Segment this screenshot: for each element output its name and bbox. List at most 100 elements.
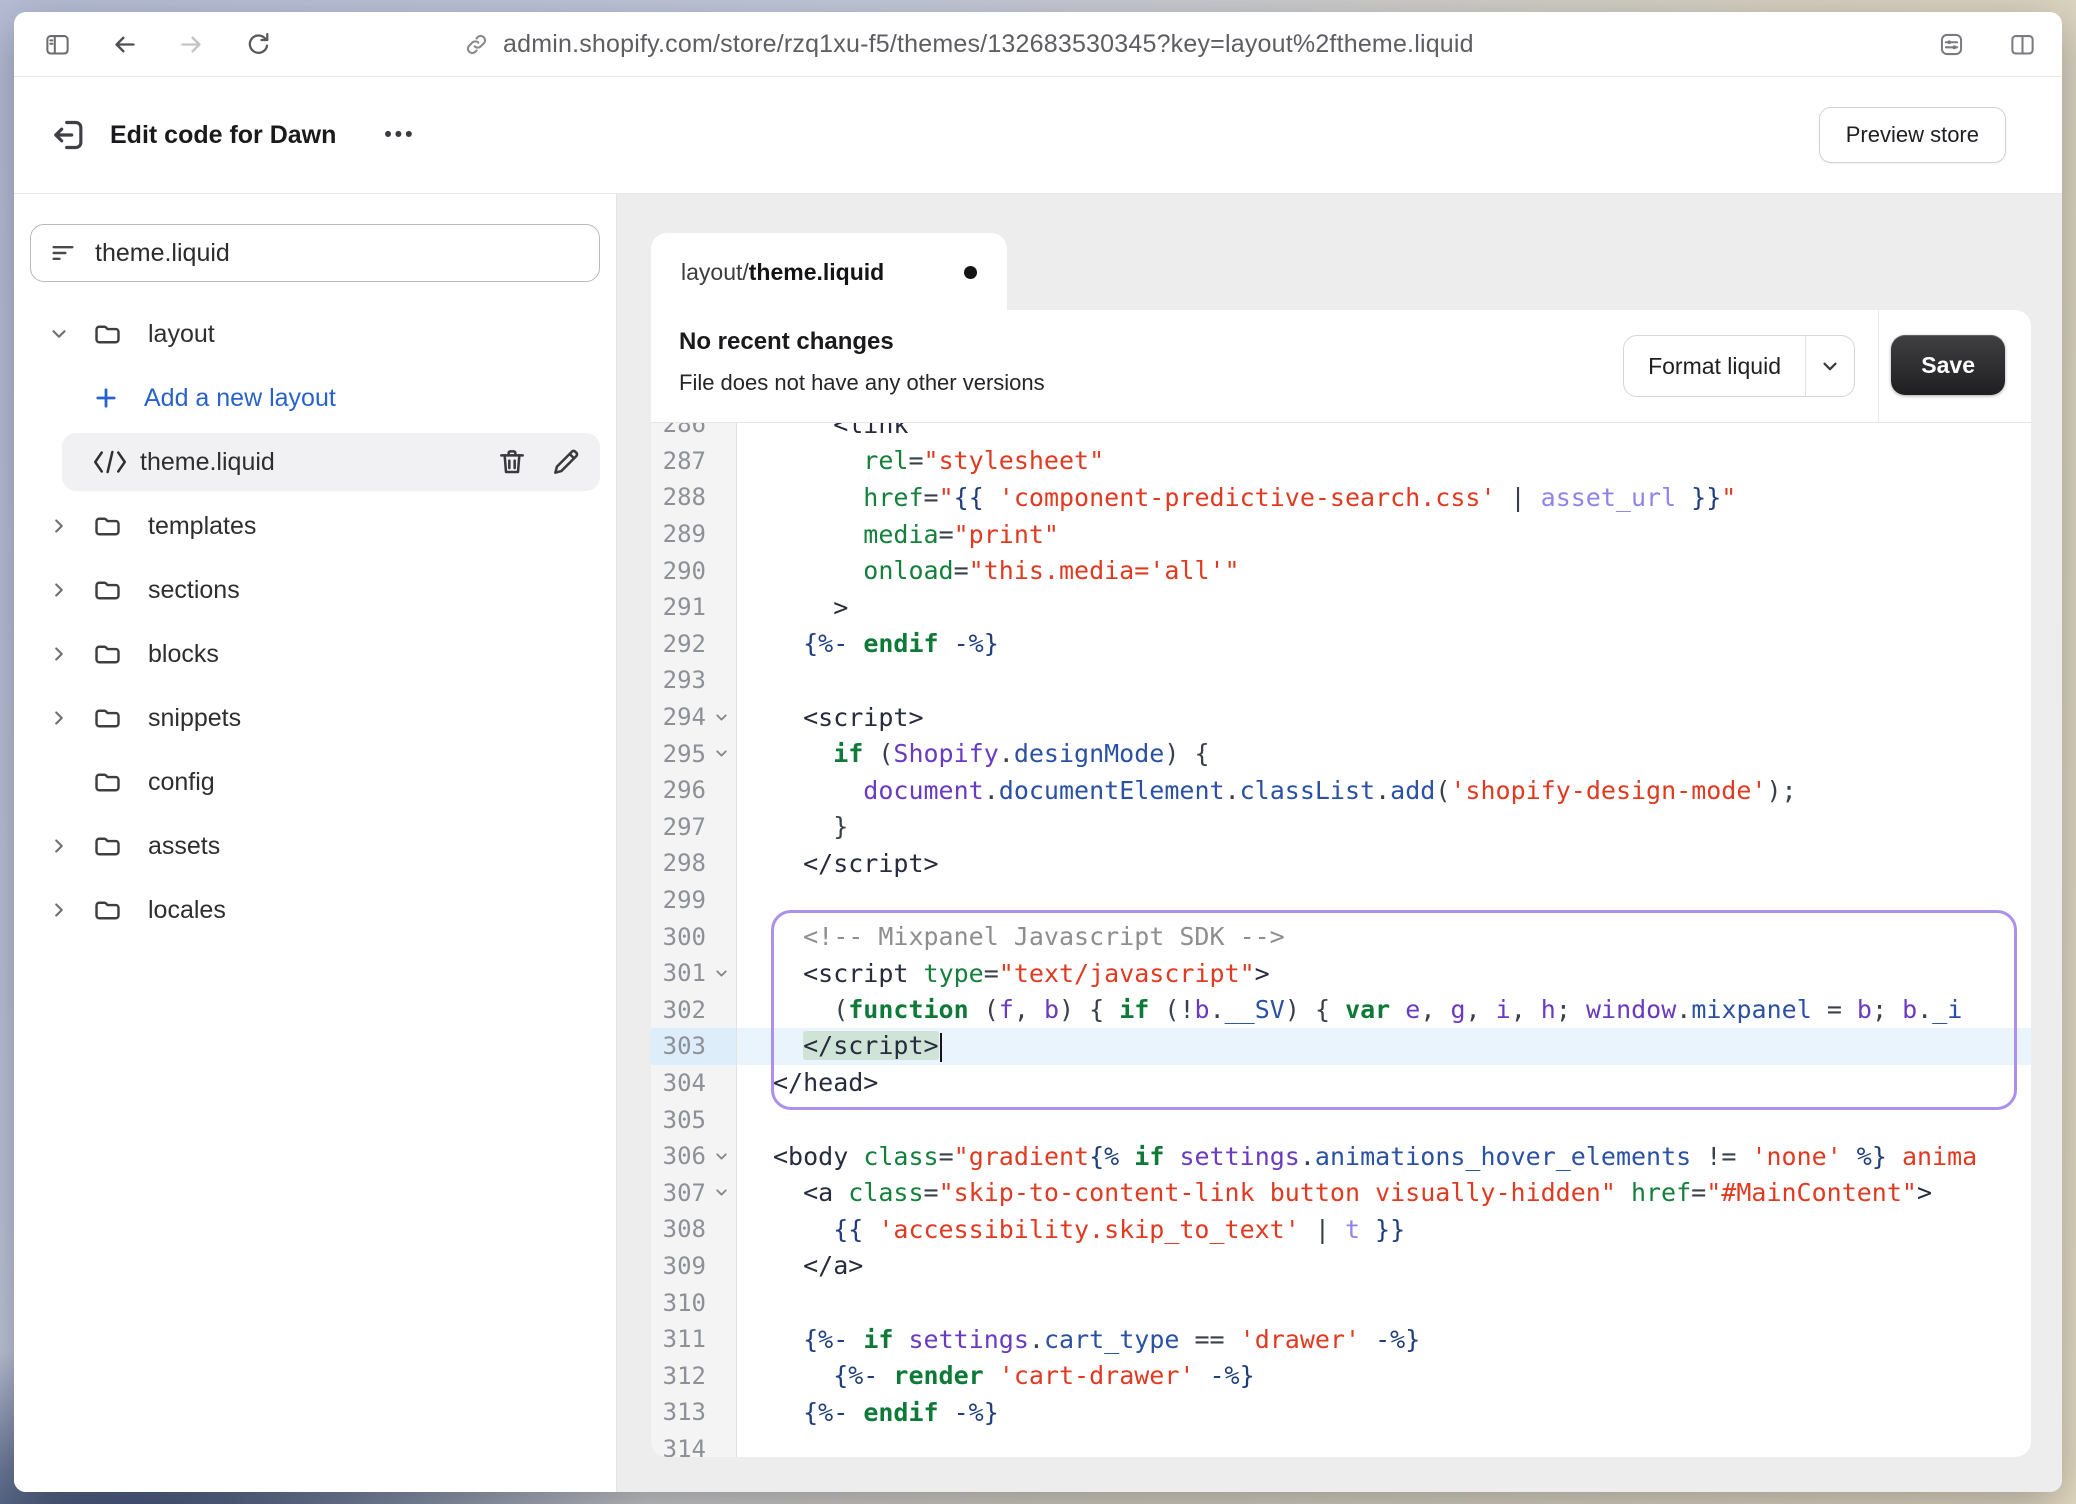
code-line-304[interactable]: 304</head> xyxy=(651,1065,2031,1102)
code-line-311[interactable]: 311{%- if settings.cart_type == 'drawer'… xyxy=(651,1321,2031,1358)
chevron-right-icon[interactable] xyxy=(48,835,92,857)
chevron-right-icon[interactable] xyxy=(48,899,92,921)
sidebar-item-label: config xyxy=(148,768,215,797)
chevron-down-icon[interactable] xyxy=(48,323,92,345)
back-icon[interactable] xyxy=(111,31,138,58)
folder-icon xyxy=(92,639,136,670)
fold-chevron-icon[interactable] xyxy=(706,709,736,726)
chevron-right-icon[interactable] xyxy=(48,579,92,601)
code-line-289[interactable]: 289 media="print" xyxy=(651,516,2031,553)
code-line-306[interactable]: 306<body class="gradient{% if settings.a… xyxy=(651,1138,2031,1175)
sidebar-item-label: theme.liquid xyxy=(140,448,275,477)
line-number: 304 xyxy=(651,1069,706,1097)
file-search[interactable] xyxy=(30,224,600,282)
sidebar-item-theme-liquid[interactable]: theme.liquid xyxy=(62,433,600,491)
code-text: {%- endif -%} xyxy=(737,629,999,658)
code-line-288[interactable]: 288href="{{ 'component-predictive-search… xyxy=(651,479,2031,516)
line-number: 292 xyxy=(651,630,706,658)
code-line-308[interactable]: 308 {{ 'accessibility.skip_to_text' | t }… xyxy=(651,1211,2031,1248)
code-text: {%- render 'cart-drawer' -%} xyxy=(737,1361,1255,1390)
folder-icon xyxy=(92,703,136,734)
code-line-301[interactable]: 301<script type="text/javascript"> xyxy=(651,955,2031,992)
app-header: Edit code for Dawn ••• Preview store xyxy=(14,77,2062,194)
sidebar-item-config[interactable]: config xyxy=(14,750,616,814)
line-number: 308 xyxy=(651,1215,706,1243)
gutter: 314 xyxy=(651,1431,737,1457)
sidebar-item-locales[interactable]: locales xyxy=(14,878,616,942)
code-text: href="{{ 'component-predictive-search.cs… xyxy=(737,483,1736,512)
fold-chevron-icon[interactable] xyxy=(706,1184,736,1201)
line-number: 289 xyxy=(651,520,706,548)
code-line-292[interactable]: 292 {%- endif -%} xyxy=(651,626,2031,663)
sidebar-panel-icon[interactable] xyxy=(44,31,71,58)
code-line-286[interactable]: 286<link xyxy=(651,423,2031,443)
gutter: 306 xyxy=(651,1138,737,1175)
code-line-296[interactable]: 296document.documentElement.classList.ad… xyxy=(651,772,2031,809)
chevron-right-icon[interactable] xyxy=(48,515,92,537)
fold-chevron-icon[interactable] xyxy=(706,965,736,982)
page-settings-icon[interactable] xyxy=(1938,31,1965,58)
gutter: 302 xyxy=(651,992,737,1029)
format-liquid-button[interactable]: Format liquid xyxy=(1623,335,1855,397)
chevron-right-icon[interactable] xyxy=(48,643,92,665)
search-input[interactable] xyxy=(93,238,581,269)
sidebar-item-add-a-new-layout[interactable]: Add a new layout xyxy=(14,366,616,430)
code-line-314[interactable]: 314 xyxy=(651,1431,2031,1457)
tab-theme-liquid[interactable]: layout/theme.liquid xyxy=(651,233,1007,311)
sidebar-item-sections[interactable]: sections xyxy=(14,558,616,622)
code-line-295[interactable]: 295if (Shopify.designMode) { xyxy=(651,735,2031,772)
code-line-302[interactable]: 302(function (f, b) { if (!b.__SV) { var… xyxy=(651,992,2031,1029)
code-line-291[interactable]: 291 > xyxy=(651,589,2031,626)
code-line-287[interactable]: 287rel="stylesheet" xyxy=(651,443,2031,480)
forward-icon[interactable] xyxy=(178,31,205,58)
more-actions-button[interactable]: ••• xyxy=(384,123,415,147)
line-number: 287 xyxy=(651,447,706,475)
sidebar-item-label: sections xyxy=(148,576,240,605)
code-line-312[interactable]: 312 {%- render 'cart-drawer' -%} xyxy=(651,1357,2031,1394)
code-line-313[interactable]: 313{%- endif -%} xyxy=(651,1394,2031,1431)
line-number: 310 xyxy=(651,1289,706,1317)
reload-icon[interactable] xyxy=(245,31,272,58)
code-text: {{ 'accessibility.skip_to_text' | t }} xyxy=(737,1215,1405,1244)
fold-chevron-icon[interactable] xyxy=(706,1148,736,1165)
line-number: 303 xyxy=(651,1032,706,1060)
code-line-309[interactable]: 309</a> xyxy=(651,1248,2031,1285)
chevron-right-icon[interactable] xyxy=(48,707,92,729)
folder-icon xyxy=(92,767,136,798)
code-line-307[interactable]: 307<a class="skip-to-content-link button… xyxy=(651,1174,2031,1211)
code-line-305[interactable]: 305 xyxy=(651,1101,2031,1138)
code-editor[interactable]: 286<link287rel="stylesheet"288href="{{ '… xyxy=(651,423,2031,1457)
gutter: 288 xyxy=(651,479,737,516)
format-liquid-label: Format liquid xyxy=(1624,336,1805,396)
trash-icon[interactable] xyxy=(496,446,528,478)
sidebar-item-blocks[interactable]: blocks xyxy=(14,622,616,686)
code-line-298[interactable]: 298</script> xyxy=(651,845,2031,882)
sidebar-item-assets[interactable]: assets xyxy=(14,814,616,878)
code-line-290[interactable]: 290onload="this.media='all'" xyxy=(651,552,2031,589)
sidebar-item-snippets[interactable]: snippets xyxy=(14,686,616,750)
code-line-299[interactable]: 299 xyxy=(651,882,2031,919)
preview-store-button[interactable]: Preview store xyxy=(1819,107,2006,163)
line-number: 312 xyxy=(651,1362,706,1390)
address-bar[interactable]: admin.shopify.com/store/rzq1xu-f5/themes… xyxy=(464,12,1474,76)
code-line-310[interactable]: 310 xyxy=(651,1284,2031,1321)
code-text: media="print" xyxy=(737,520,1059,549)
code-line-293[interactable]: 293 xyxy=(651,662,2031,699)
exit-editor-button[interactable] xyxy=(48,113,92,157)
pencil-icon[interactable] xyxy=(550,446,582,478)
sidebar-item-label: snippets xyxy=(148,704,241,733)
sidebar-item-templates[interactable]: templates xyxy=(14,494,616,558)
code-text: > xyxy=(737,593,848,622)
split-view-icon[interactable] xyxy=(2009,31,2036,58)
code-line-303[interactable]: 303</script> xyxy=(651,1028,2031,1065)
link-icon xyxy=(464,32,489,57)
code-text: if (Shopify.designMode) { xyxy=(737,739,1210,768)
code-line-300[interactable]: 300<!-- Mixpanel Javascript SDK --> xyxy=(651,918,2031,955)
code-line-297[interactable]: 297} xyxy=(651,809,2031,846)
code-line-294[interactable]: 294<script> xyxy=(651,699,2031,736)
chevron-down-icon[interactable] xyxy=(1805,336,1854,396)
line-number: 291 xyxy=(651,593,706,621)
sidebar-item-layout[interactable]: layout xyxy=(14,302,616,366)
save-button[interactable]: Save xyxy=(1891,335,2005,395)
fold-chevron-icon[interactable] xyxy=(706,745,736,762)
